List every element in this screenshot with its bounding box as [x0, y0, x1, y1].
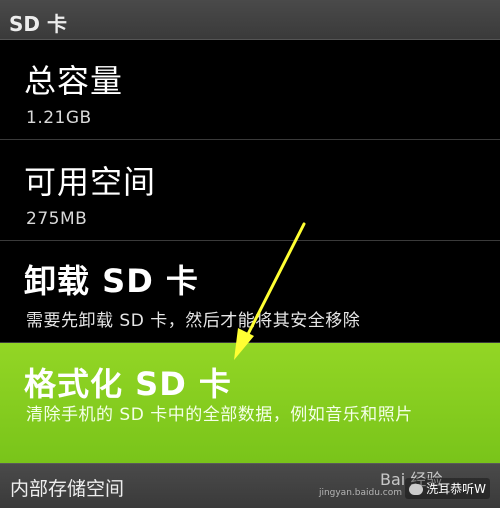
unmount-sd-card-title: 卸载 SD 卡 — [24, 262, 199, 300]
account-watermark: 洗耳恭听W — [405, 478, 490, 499]
total-capacity-value: 1.21GB — [26, 108, 92, 128]
available-space-title: 可用空间 — [24, 163, 157, 201]
account-watermark-text: 洗耳恭听W — [426, 482, 486, 496]
format-sd-card-item[interactable]: 格式化 SD 卡 清除手机的 SD 卡中的全部数据，例如音乐和照片 — [0, 343, 500, 463]
unmount-sd-card-item[interactable]: 卸载 SD 卡 需要先卸载 SD 卡，然后才能将其安全移除 — [0, 242, 500, 343]
format-sd-card-summary: 清除手机的 SD 卡中的全部数据，例如音乐和照片 — [26, 405, 413, 425]
sd-card-section-header: SD 卡 — [0, 0, 500, 40]
total-capacity-item: 总容量 1.21GB — [0, 40, 500, 140]
internal-storage-label: 内部存储空间 — [10, 478, 125, 500]
available-space-value: 275MB — [26, 209, 88, 229]
wechat-icon — [409, 484, 424, 495]
unmount-sd-card-summary: 需要先卸载 SD 卡，然后才能将其安全移除 — [26, 311, 361, 331]
section-header-label: SD 卡 — [9, 12, 67, 36]
format-sd-card-title: 格式化 SD 卡 — [24, 365, 232, 403]
baidu-watermark-url: jingyan.baidu.com — [318, 488, 402, 498]
available-space-item: 可用空间 275MB — [0, 141, 500, 241]
total-capacity-title: 总容量 — [24, 62, 124, 100]
